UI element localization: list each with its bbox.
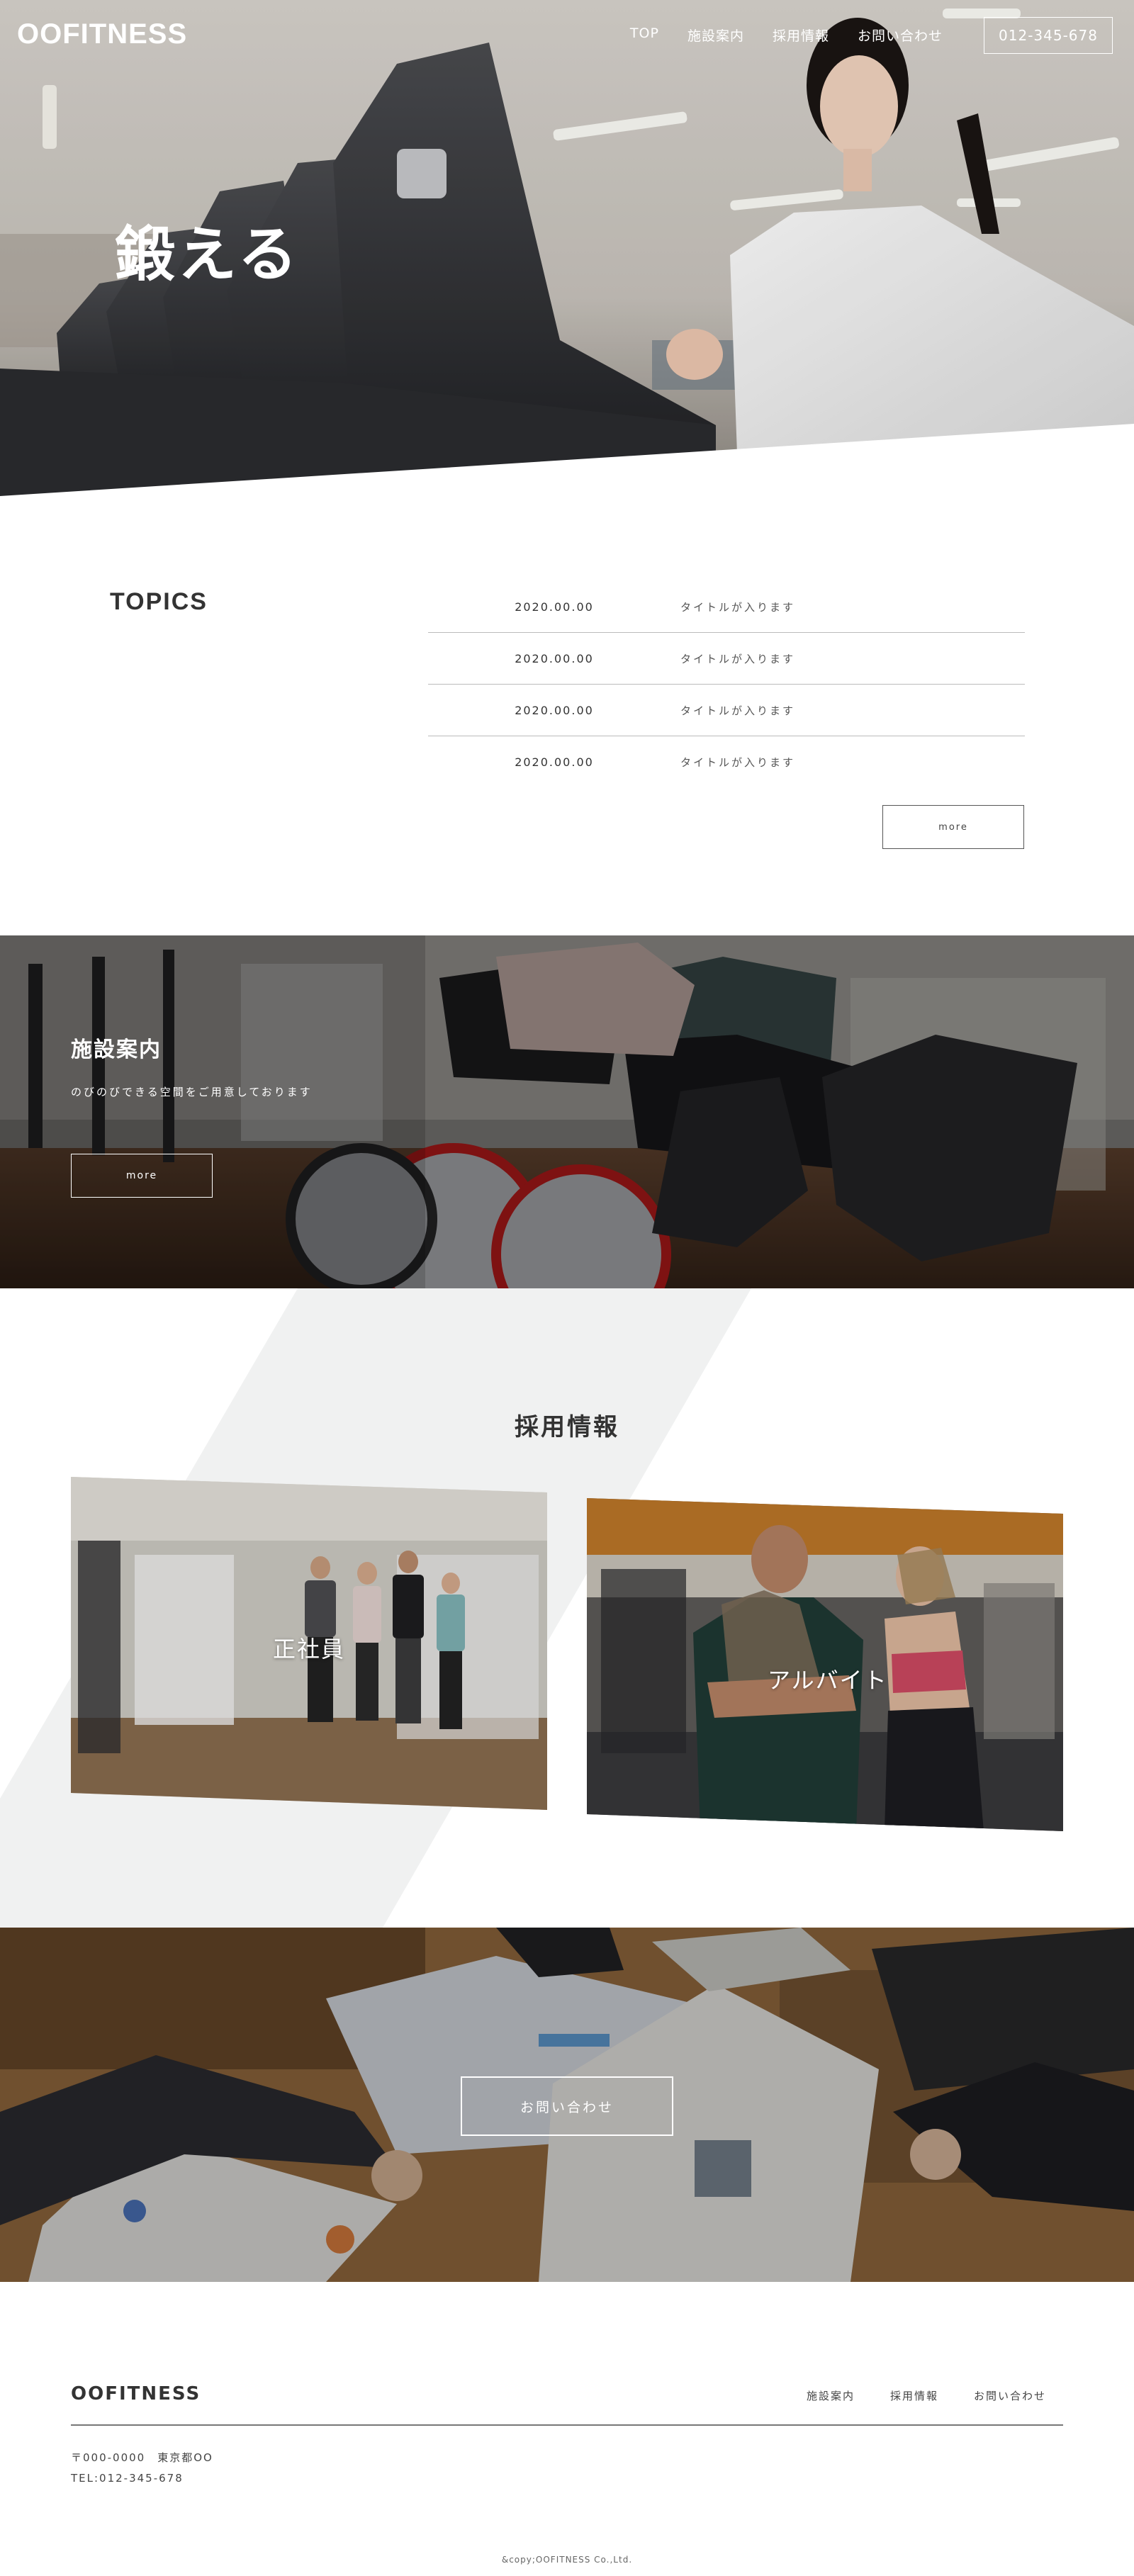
- facility-title: 施設案内: [71, 1037, 162, 1062]
- footer-link-facility[interactable]: 施設案内: [807, 2388, 855, 2403]
- topic-date: 2020.00.00: [515, 600, 594, 614]
- recruit-card-parttime[interactable]: アルバイト: [587, 1498, 1063, 1831]
- topic-title[interactable]: タイトルが入ります: [680, 600, 795, 614]
- site-logo[interactable]: OOFITNESS: [17, 18, 187, 50]
- topic-date: 2020.00.00: [515, 703, 594, 717]
- nav-item-facility[interactable]: 施設案内: [687, 26, 744, 45]
- contact-banner: お問い合わせ: [0, 1928, 1134, 2282]
- footer-link-recruit[interactable]: 採用情報: [890, 2388, 938, 2403]
- topic-item[interactable]: 2020.00.00 タイトルが入ります: [428, 685, 1025, 736]
- nav-item-recruit[interactable]: 採用情報: [773, 26, 829, 45]
- recruit-card-label: アルバイト: [768, 1667, 888, 1694]
- hero-title: 鍛える: [115, 220, 301, 289]
- footer-link-contact[interactable]: お問い合わせ: [974, 2388, 1046, 2403]
- topics-heading: TOPICS: [110, 588, 208, 615]
- facility-more-button[interactable]: more: [71, 1154, 213, 1198]
- topic-item[interactable]: 2020.00.00 タイトルが入ります: [428, 633, 1025, 685]
- topic-date: 2020.00.00: [515, 651, 594, 665]
- footer-logo[interactable]: OOFITNESS: [71, 2383, 201, 2405]
- topic-item[interactable]: 2020.00.00 タイトルが入ります: [428, 736, 1025, 788]
- main-nav: TOP 施設案内 採用情報 お問い合わせ: [630, 26, 943, 45]
- recruit-section: 採用情報 正社員 アルバイト: [0, 1288, 1134, 1928]
- site-footer: OOFITNESS 施設案内 採用情報 お問い合わせ 〒000-0000 東京都…: [0, 2282, 1134, 2576]
- footer-tel: TEL:012-345-678: [71, 2472, 184, 2485]
- footer-address: 〒000-0000 東京都OO: [71, 2451, 213, 2464]
- topic-title[interactable]: タイトルが入ります: [680, 651, 795, 666]
- contact-button[interactable]: お問い合わせ: [461, 2076, 673, 2136]
- phone-button[interactable]: 012-345-678: [984, 17, 1113, 54]
- recruit-card-label: 正社員: [273, 1636, 346, 1663]
- copyright: &copy;OOFITNESS Co.,Ltd.: [501, 2555, 633, 2565]
- topics-list: 2020.00.00 タイトルが入ります 2020.00.00 タイトルが入りま…: [428, 581, 1025, 788]
- topic-date: 2020.00.00: [515, 755, 594, 769]
- topics-more-button[interactable]: more: [882, 805, 1024, 849]
- nav-item-contact[interactable]: お問い合わせ: [858, 26, 943, 45]
- footer-divider: [71, 2424, 1063, 2426]
- topic-item[interactable]: 2020.00.00 タイトルが入ります: [428, 581, 1025, 633]
- hero-section: OOFITNESS TOP 施設案内 採用情報 お問い合わせ 012-345-6…: [0, 0, 1134, 496]
- topics-section: TOPICS 2020.00.00 タイトルが入ります 2020.00.00 タ…: [0, 496, 1134, 935]
- recruit-title: 採用情報: [515, 1413, 619, 1441]
- site-header: OOFITNESS TOP 施設案内 採用情報 お問い合わせ 012-345-6…: [0, 0, 1134, 71]
- nav-item-top[interactable]: TOP: [630, 26, 659, 45]
- facility-photo: [0, 935, 1134, 1288]
- topic-title[interactable]: タイトルが入ります: [680, 703, 795, 718]
- topic-title[interactable]: タイトルが入ります: [680, 755, 795, 770]
- facility-section: 施設案内 のびのびできる空間をご用意しております more: [0, 935, 1134, 1288]
- footer-nav: 施設案内 採用情報 お問い合わせ: [807, 2388, 1046, 2403]
- recruit-card-fulltime[interactable]: 正社員: [71, 1477, 547, 1810]
- facility-description: のびのびできる空間をご用意しております: [71, 1086, 313, 1098]
